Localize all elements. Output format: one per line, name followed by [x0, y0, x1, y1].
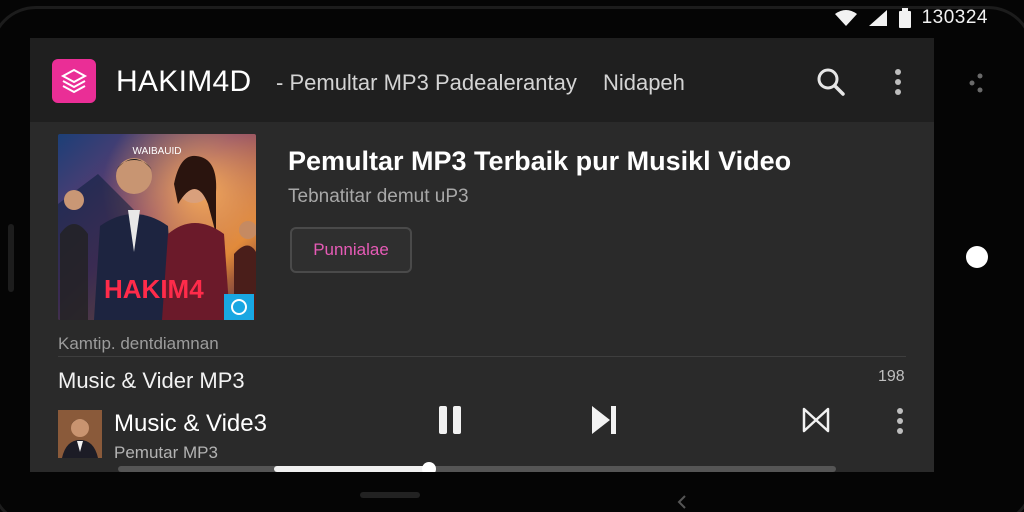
more-menu-button[interactable]	[886, 65, 910, 99]
side-dots-icon	[966, 72, 988, 99]
featured-subtitle: Tebnatitar demut uP3	[288, 186, 469, 207]
app-bar: HAKIM4D - Pemultar MP3 Padealerantay Nid…	[30, 38, 934, 122]
shuffle-icon	[802, 407, 830, 433]
subtitle-text: Pemultar MP3 Padealerantay	[289, 70, 577, 95]
wifi-icon	[834, 10, 857, 26]
now-playing-menu-button[interactable]	[890, 404, 910, 438]
progress-handle[interactable]	[421, 462, 436, 472]
pause-button[interactable]	[430, 400, 470, 440]
app-logo-icon[interactable]	[52, 59, 96, 103]
album-label: HAKIM4	[104, 274, 204, 304]
shuffle-button[interactable]	[796, 400, 836, 440]
album-banner: WAIBAUID	[132, 146, 181, 157]
pause-icon	[439, 406, 461, 434]
now-playing-thumbnail[interactable]	[58, 410, 102, 458]
subtitle-extra: Nidapeh	[602, 70, 685, 95]
search-icon	[817, 68, 845, 96]
divider	[58, 356, 906, 357]
nav-home-indicator[interactable]	[360, 492, 420, 498]
side-round-button[interactable]	[966, 246, 988, 268]
search-button[interactable]	[814, 65, 848, 99]
skip-next-button[interactable]	[584, 400, 624, 440]
progress-fill	[274, 466, 429, 472]
now-playing-artist: Pemutar MP3	[114, 443, 218, 462]
app-title: HAKIM4D	[116, 65, 252, 98]
status-time: 130324	[921, 7, 988, 28]
album-art[interactable]: WAIBAUID HAKIM4	[58, 134, 256, 320]
title-separator: -	[276, 70, 284, 95]
track-count: 198	[878, 368, 905, 385]
now-playing-title: Music & Vide3	[114, 410, 267, 437]
more-vert-icon	[897, 408, 903, 434]
app-subtitle: - Pemultar MP3 Padealerantay Nidapeh	[276, 70, 685, 96]
section-title: Music & Vider MP3	[58, 368, 245, 393]
more-vert-icon	[895, 69, 901, 95]
nav-back-icon[interactable]	[676, 494, 688, 510]
app-screen: HAKIM4D - Pemultar MP3 Padealerantay Nid…	[30, 38, 934, 472]
status-bar: 130324	[834, 4, 988, 32]
signal-icon	[868, 10, 887, 26]
skip-next-icon	[592, 406, 616, 434]
progress-track[interactable]	[118, 462, 836, 472]
featured-action-button[interactable]: Punnialae	[290, 227, 412, 273]
featured-title: Pemultar MP3 Terbaik pur Musikl Video	[288, 146, 792, 176]
featured-caption: Kamtip. dentdiamnan	[58, 334, 219, 353]
battery-icon	[898, 8, 911, 28]
side-button	[8, 224, 14, 292]
